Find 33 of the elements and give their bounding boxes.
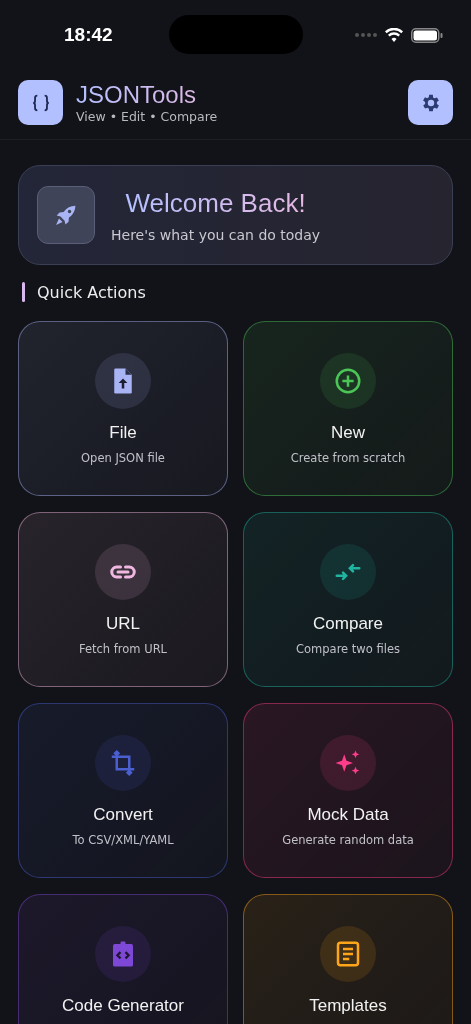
action-title: Code Generator bbox=[62, 996, 184, 1016]
action-subtitle: Generate random data bbox=[282, 833, 414, 847]
action-subtitle: Create from scratch bbox=[290, 451, 406, 465]
action-card[interactable]: Templates bbox=[243, 894, 453, 1024]
action-title: Templates bbox=[309, 996, 387, 1016]
action-title: Mock Data bbox=[307, 805, 389, 825]
action-subtitle: Fetch from URL bbox=[78, 642, 168, 656]
battery-icon bbox=[411, 27, 443, 43]
section-title: Quick Actions bbox=[37, 282, 146, 302]
action-card[interactable]: Compare Compare two files bbox=[243, 512, 453, 687]
app-tagline: View • Edit • Compare bbox=[76, 109, 218, 124]
action-card[interactable]: New Create from scratch bbox=[243, 321, 453, 496]
action-title: File bbox=[109, 423, 137, 443]
rocket-icon bbox=[37, 186, 95, 244]
action-title: Compare bbox=[313, 614, 383, 634]
section-accent-bar bbox=[22, 282, 25, 302]
signal-icon bbox=[355, 33, 377, 37]
action-subtitle: To CSV/XML/YAML bbox=[72, 833, 174, 847]
action-title: Convert bbox=[93, 805, 153, 825]
welcome-subtitle: Here's what you can do today bbox=[111, 226, 321, 243]
action-card[interactable]: Convert To CSV/XML/YAML bbox=[18, 703, 228, 878]
settings-button[interactable] bbox=[408, 80, 453, 125]
action-title: URL bbox=[106, 614, 140, 634]
status-time: 18:42 bbox=[64, 24, 113, 46]
action-card[interactable]: File Open JSON file bbox=[18, 321, 228, 496]
action-title: New bbox=[331, 423, 365, 443]
action-subtitle: Compare two files bbox=[296, 642, 400, 656]
app-logo bbox=[18, 80, 63, 125]
action-card[interactable]: Code Generator bbox=[18, 894, 228, 1024]
action-card[interactable]: URL Fetch from URL bbox=[18, 512, 228, 687]
action-card[interactable]: Mock Data Generate random data bbox=[243, 703, 453, 878]
wifi-icon bbox=[385, 28, 403, 42]
action-subtitle: Open JSON file bbox=[81, 451, 165, 465]
